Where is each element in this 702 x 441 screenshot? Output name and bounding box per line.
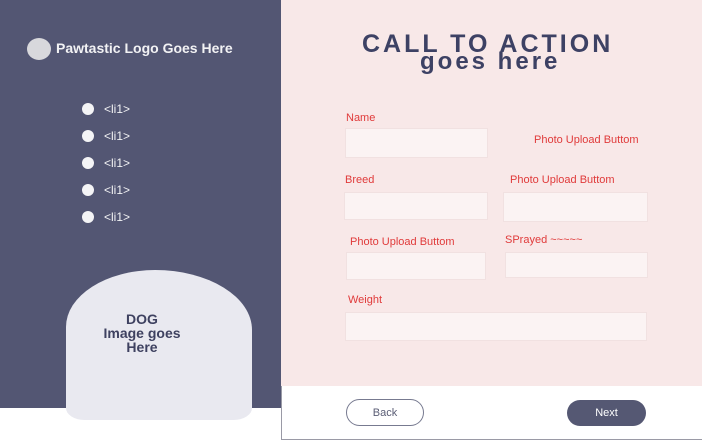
nav-item-label: <li1>	[104, 129, 131, 143]
dog-caption-line: Image goes	[103, 325, 181, 341]
next-button[interactable]: Next	[567, 400, 646, 426]
nav-item-label: <li1>	[104, 210, 131, 224]
logo-icon	[27, 38, 51, 60]
nav-item-label: <li1>	[104, 156, 131, 170]
cta-subheading: goes here	[420, 48, 561, 75]
photo-upload-button[interactable]: Photo Upload Buttom	[350, 236, 455, 248]
weight-field[interactable]	[345, 312, 647, 341]
photo-upload-button[interactable]: Photo Upload Buttom	[510, 174, 615, 186]
weight-label: Weight	[348, 294, 383, 306]
breed-field[interactable]	[344, 192, 488, 220]
bullet-icon	[82, 157, 94, 169]
dog-image-caption: DOG Image goes Here	[82, 312, 202, 354]
photo-upload-field[interactable]	[503, 192, 648, 222]
name-label: Name	[346, 112, 376, 124]
breed-label: Breed	[345, 174, 375, 186]
bullet-icon	[82, 130, 94, 142]
bullet-icon	[82, 103, 94, 115]
bullet-icon	[82, 184, 94, 196]
dog-caption-line: Here	[126, 339, 158, 355]
logo-text: Pawtastic Logo Goes Here	[56, 40, 233, 56]
back-button[interactable]: Back	[346, 399, 424, 426]
name-field[interactable]	[345, 128, 488, 158]
photo-upload-button[interactable]: Photo Upload Buttom	[534, 134, 639, 146]
photo-upload-field[interactable]	[346, 252, 486, 280]
spayed-field[interactable]	[505, 252, 648, 278]
nav-item-label: <li1>	[104, 102, 131, 116]
dog-caption-line: DOG	[126, 311, 158, 327]
bullet-icon	[82, 211, 94, 223]
nav-item-label: <li1>	[104, 183, 131, 197]
spayed-label: SPrayed ~~~~~	[505, 234, 583, 246]
